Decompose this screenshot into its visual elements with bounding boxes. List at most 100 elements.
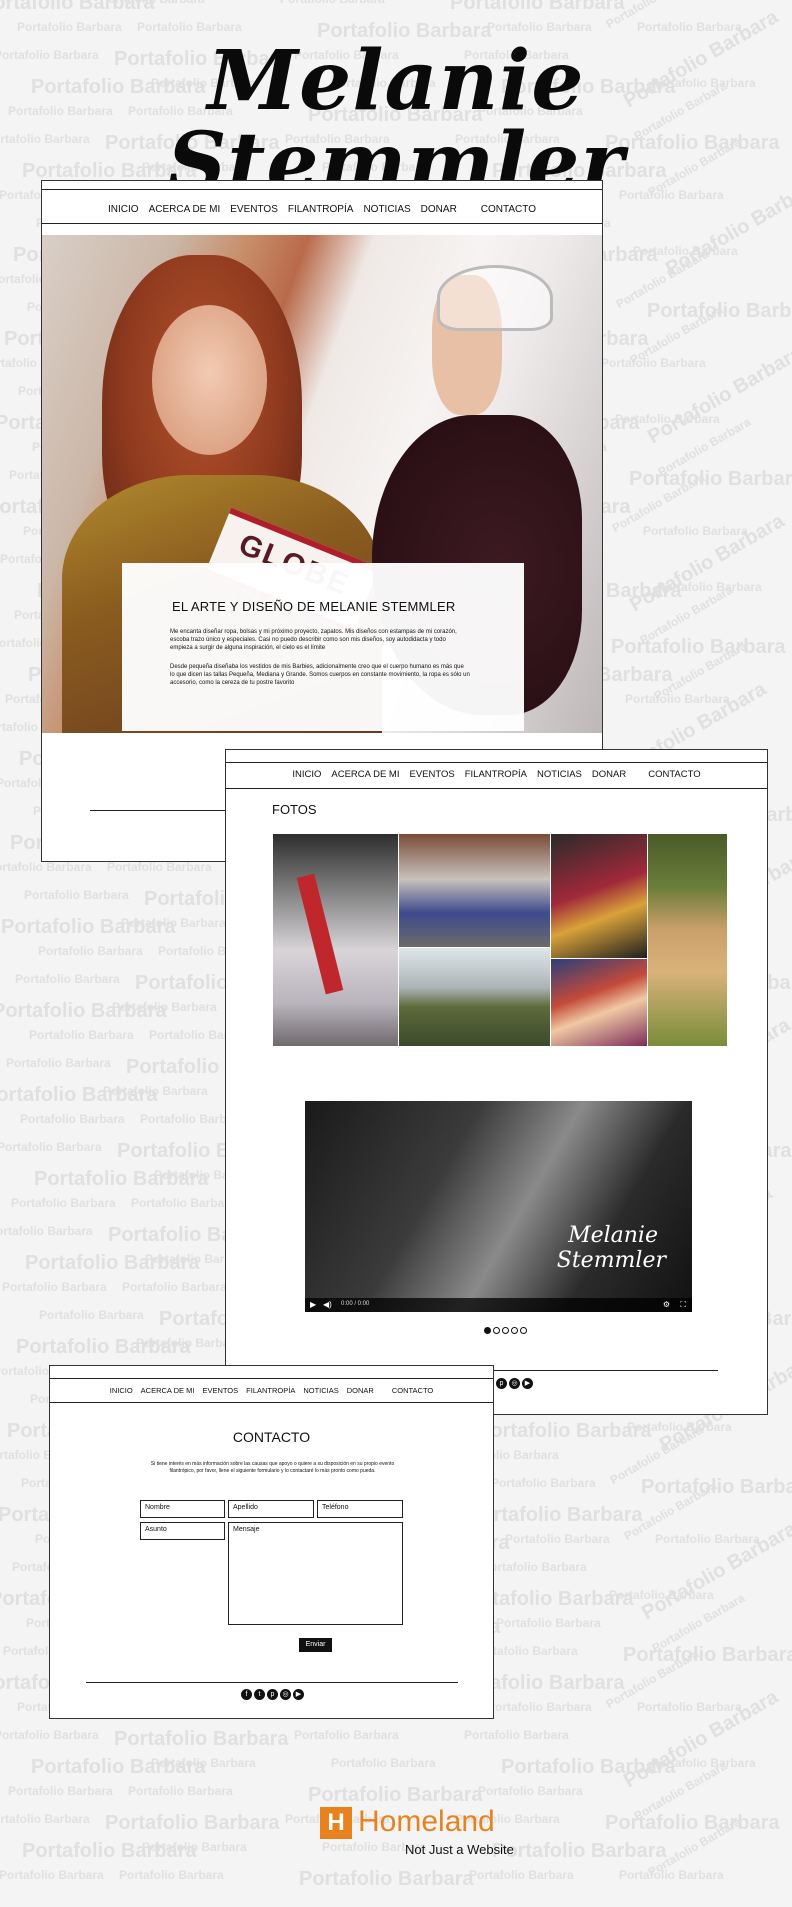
social-icon-5[interactable]: ▶ [293,1689,304,1700]
gallery-photo-1[interactable] [273,834,398,1046]
gallery-photo-3[interactable] [399,948,550,1046]
watermark-text: Portafolio Barbara [100,0,205,6]
nav-contacto[interactable]: CONTACTO [392,1386,433,1395]
main-nav: INICIO ACERCA DE MI EVENTOS FILANTROPÍA … [42,204,602,215]
watermark-text: Portafolio Barbara [15,972,120,986]
watermark-text: Portafolio Barbara [623,1644,792,1666]
watermark-text: Portafolio Barbara [450,0,625,14]
gallery-photo-5[interactable] [551,959,647,1046]
watermark-text: Portafolio Barbara [633,244,738,258]
nav-inicio[interactable]: INICIO [110,1386,133,1395]
video-overlay-title-2: Stemmler [556,1248,666,1273]
watermark-text: Portafolio Barbara [103,1084,208,1098]
social-icon-3[interactable]: ▶ [522,1378,533,1389]
watermark-text: Portafolio Barbara [122,1280,227,1294]
watermark-text: Portafolio Barbara [0,1868,104,1882]
telefono-field[interactable]: Teléfono [317,1500,403,1518]
watermark-text: Portafolio Barbara [114,1728,289,1750]
contact-heading: CONTACTO [232,1429,311,1445]
social-icon-2[interactable]: ◎ [509,1378,520,1389]
divider [226,788,767,789]
photos-nav: INICIO ACERCA DE MI EVENTOS FILANTROPÍA … [226,769,767,780]
gallery-photo-4[interactable] [551,834,647,958]
photos-social-icons: p ◎ ▶ [496,1378,533,1389]
nav-acerca[interactable]: ACERCA DE MI [331,769,399,780]
nav-noticias[interactable]: NOTICIAS [363,204,410,215]
nav-eventos[interactable]: EVENTOS [230,204,278,215]
carousel-dot[interactable] [493,1327,500,1334]
watermark-text: Portafolio Barbara [657,580,762,594]
watermark-text: Portafolio Barbara [121,916,226,930]
nav-donar[interactable]: DONAR [421,204,457,215]
watermark-text: Portafolio Barbara [0,1812,90,1826]
settings-icon[interactable]: ⚙ [663,1300,670,1309]
social-icon-1[interactable]: p [496,1378,507,1389]
watermark-text: Portafolio Barbara [6,1056,111,1070]
contact-nav: INICIO ACERCA DE MI EVENTOS FILANTROPÍA … [50,1386,493,1395]
play-icon[interactable]: ▶ [310,1300,316,1309]
nav-inicio[interactable]: INICIO [292,769,321,780]
watermark-text: Portafolio Barbara [487,20,592,34]
watermark-text: Portafolio Barbara [469,1868,574,1882]
about-paragraph-2: Desde pequeña diseñaba los vestidos de m… [170,664,470,686]
apellido-field[interactable]: Apellido [228,1500,314,1518]
nombre-field[interactable]: Nombre [140,1500,225,1518]
nav-acerca[interactable]: ACERCA DE MI [149,204,221,215]
nav-inicio[interactable]: INICIO [108,204,139,215]
watermark-text: Portafolio Barbara [609,1588,714,1602]
divider [50,1402,493,1403]
submit-button[interactable]: Enviar [299,1638,332,1652]
social-icon-2[interactable]: t [254,1689,265,1700]
watermark-text: Portafolio Barbara [629,468,792,490]
gallery-photo-2[interactable] [399,834,550,947]
watermark-text: Portafolio Barbara [294,1728,399,1742]
divider [42,223,602,224]
homeland-logo-text: Homeland [358,1805,495,1838]
nav-eventos[interactable]: EVENTOS [202,1386,238,1395]
volume-icon[interactable]: ◀) [323,1300,332,1309]
mensaje-field[interactable]: Mensaje [228,1522,403,1625]
nav-acerca[interactable]: ACERCA DE MI [141,1386,195,1395]
contact-social-icons: f t p ◎ ▶ [241,1689,304,1700]
nav-contacto[interactable]: CONTACTO [648,769,700,780]
nav-filantropia[interactable]: FILANTROPÍA [465,769,527,780]
watermark-text: Portafolio Barbara [112,1000,217,1014]
carousel-dot[interactable] [484,1327,491,1334]
social-icon-3[interactable]: p [267,1689,278,1700]
nav-contacto[interactable]: CONTACTO [481,204,536,215]
photos-heading: FOTOS [272,802,317,817]
watermark-text: Portafolio Barbara [299,1868,474,1890]
nav-filantropia[interactable]: FILANTROPÍA [288,204,354,215]
carousel-dot[interactable] [502,1327,509,1334]
video-player[interactable]: Melanie Stemmler ▶ ◀) 0:00 / 0:00 ⚙ ⛶ [305,1101,692,1312]
contact-page-frame: INICIO ACERCA DE MI EVENTOS FILANTROPÍA … [49,1365,494,1719]
nav-donar[interactable]: DONAR [347,1386,374,1395]
asunto-field[interactable]: Asunto [140,1522,225,1540]
watermark-text: Portafolio Barbara [137,20,242,34]
fullscreen-icon[interactable]: ⛶ [680,1300,686,1310]
watermark-text: Portafolio Barbara [11,1196,116,1210]
carousel-dot[interactable] [511,1327,518,1334]
watermark-text: Portafolio Barbara [151,1756,256,1770]
footer-divider [472,1370,718,1371]
gallery-photo-6[interactable] [648,834,727,1046]
watermark-text: Portafolio Barbara [308,1784,483,1806]
watermark-text: Portafolio Barbara [496,1616,601,1630]
homeland-logo: H Homeland [320,1805,540,1847]
homeland-tagline: Not Just a Website [405,1842,514,1857]
watermark-text: Portafolio Barbara [24,888,129,902]
nav-noticias[interactable]: NOTICIAS [537,769,582,780]
nav-noticias[interactable]: NOTICIAS [303,1386,338,1395]
carousel-dot[interactable] [520,1327,527,1334]
social-icon-1[interactable]: f [241,1689,252,1700]
social-icon-4[interactable]: ◎ [280,1689,291,1700]
about-heading: EL ARTE Y DISEÑO DE MELANIE STEMMLER [172,599,456,614]
watermark-text: Portafolio Barbara [331,1756,436,1770]
watermark-text: Portafolio Barbara [0,1140,102,1154]
nav-eventos[interactable]: EVENTOS [409,769,454,780]
nav-donar[interactable]: DONAR [592,769,626,780]
watermark-text: Portafolio Barbara [29,1028,134,1042]
watermark-text: Portafolio Barbara [601,356,706,370]
watermark-text: Portafolio Barbara [501,1756,676,1778]
nav-filantropia[interactable]: FILANTROPÍA [246,1386,295,1395]
